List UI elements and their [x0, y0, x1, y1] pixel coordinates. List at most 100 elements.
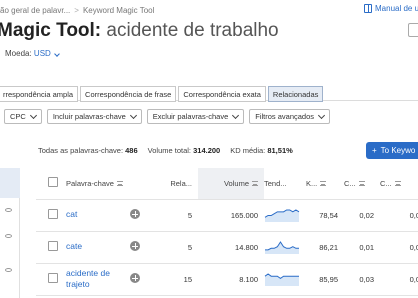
col-trend[interactable]: Tend... — [264, 168, 306, 200]
related-cell: 5 — [150, 231, 198, 264]
chevron-down-icon — [129, 111, 137, 119]
eye-icon[interactable] — [5, 208, 12, 212]
table-row: cat 5 165.000 78,54 0,02 0,0 — [36, 199, 418, 232]
trend-sparkline — [264, 209, 300, 222]
chevron-down-icon — [317, 111, 326, 119]
include-keywords-filter[interactable]: Incluir palavras-chave — [46, 109, 142, 124]
keyword-link[interactable]: cat — [66, 209, 77, 219]
all-keywords-label: Todas as palavras-chave: — [38, 146, 124, 155]
trend-cell — [264, 231, 306, 264]
col-com[interactable]: C... — [380, 168, 418, 200]
col-kd[interactable]: K... — [306, 168, 344, 200]
trend-sparkline — [265, 241, 299, 254]
page-title-keyword: acidente de trabalho — [106, 20, 279, 41]
col-volume[interactable]: Volume — [198, 168, 264, 200]
breadcrumb-separator: > — [74, 5, 79, 15]
row-select-cell — [36, 263, 66, 296]
tab-exact-match[interactable]: Correspondência exata — [178, 86, 266, 102]
breadcrumb-current: Keyword Magic Tool — [82, 5, 155, 15]
add-to-list-icon[interactable] — [130, 273, 140, 283]
com-cell: 0,0 — [380, 263, 418, 296]
match-type-tabs: rrespondência ampla Correspondência de f… — [0, 70, 418, 102]
volume-cell: 165.000 — [198, 199, 264, 232]
table-row: cate 5 14.800 86,21 0,01 0,0 — [36, 231, 418, 264]
breadcrumb-overview[interactable]: ão geral de palavr... — [0, 6, 70, 15]
chevron-down-icon — [232, 111, 240, 119]
tab-broad-match[interactable]: rrespondência ampla — [0, 86, 79, 102]
sort-icon[interactable] — [252, 181, 258, 187]
tab-related[interactable]: Relacionadas — [267, 86, 324, 102]
sort-icon[interactable] — [116, 181, 123, 187]
col-keyword-label: Palavra-chave — [66, 178, 114, 188]
keyword-link[interactable]: acidente de trajeto — [66, 268, 110, 289]
cpc-filter-label: CPC — [10, 112, 26, 121]
include-keywords-label: Incluir palavras-chave — [52, 112, 126, 121]
volume-cell: 14.800 — [198, 231, 264, 264]
add-to-list-icon[interactable] — [130, 209, 140, 219]
manual-link-label: Manual de us — [375, 4, 418, 13]
kd-cell: 85,95 — [306, 263, 344, 296]
total-volume-label: Volume total: — [147, 146, 192, 155]
sort-icon[interactable] — [320, 181, 327, 187]
chevron-down-icon — [54, 51, 60, 57]
breadcrumb: ão geral de palavr... > Keyword Magic To… — [0, 4, 154, 16]
avg-kd-stat: KD média: 81,51% — [230, 146, 293, 155]
row-select-cell — [36, 231, 66, 264]
keyword-link[interactable]: cate — [66, 241, 82, 251]
filter-bar: CPC Incluir palavras-chave Excluir palav… — [4, 109, 331, 124]
eye-icon[interactable] — [5, 234, 12, 238]
row-checkbox[interactable] — [48, 209, 58, 219]
keywords-table: Palavra-chave Rela... Volume Tend... K..… — [36, 168, 418, 296]
avg-kd-value: 81,51% — [267, 146, 293, 155]
to-keyword-manager-button[interactable]: + To Keywo — [366, 142, 418, 159]
layout-toggle-icon[interactable] — [408, 23, 418, 37]
row-checkbox[interactable] — [48, 241, 58, 251]
exclude-keywords-filter[interactable]: Excluir palavras-chave — [146, 109, 245, 124]
col-cpc[interactable]: C... — [344, 168, 380, 200]
col-volume-label: Volume — [223, 178, 249, 188]
exclude-keywords-label: Excluir palavras-chave — [152, 112, 229, 121]
manual-link[interactable]: Manual de us — [364, 4, 418, 13]
col-related-label: Rela... — [170, 178, 192, 188]
kd-cell: 86,21 — [306, 231, 344, 264]
add-cell — [130, 231, 150, 264]
eye-icon[interactable] — [5, 268, 12, 272]
kd-cell: 78,54 — [306, 199, 344, 232]
cpc-filter[interactable]: CPC — [4, 109, 42, 124]
keyword-groups-sidebar — [0, 168, 20, 298]
all-keywords-value: 486 — [125, 146, 138, 155]
sort-icon[interactable] — [358, 181, 365, 187]
trend-cell — [264, 199, 306, 232]
to-keyword-manager-label: To Keywo — [380, 146, 416, 155]
select-all-checkbox[interactable] — [48, 177, 58, 188]
total-volume-stat: Volume total: 314.200 — [148, 146, 221, 155]
selected-group[interactable] — [0, 168, 20, 198]
add-cell — [130, 263, 150, 296]
keyword-cell: acidente de trajeto — [66, 263, 130, 296]
col-trend-label: Tend... — [264, 178, 287, 188]
page-title: Magic Tool: acidente de trabalho — [0, 20, 279, 42]
cpc-cell: 0,02 — [344, 199, 380, 232]
add-to-list-icon[interactable] — [130, 241, 140, 251]
trend-cell — [264, 263, 306, 296]
tab-phrase-match[interactable]: Correspondência de frase — [80, 86, 177, 102]
row-checkbox[interactable] — [48, 273, 58, 283]
all-keywords-stat: Todas as palavras-chave: 486 — [38, 146, 138, 155]
col-keyword[interactable]: Palavra-chave — [66, 168, 130, 200]
advanced-filters[interactable]: Filtros avançados — [249, 109, 331, 124]
avg-kd-label: KD média: — [230, 146, 266, 155]
summary-stats: Todas as palavras-chave: 486 Volume tota… — [38, 146, 293, 155]
col-related[interactable]: Rela... — [150, 168, 198, 200]
currency-selector[interactable]: Moeda: USD — [5, 49, 60, 58]
sort-icon[interactable] — [394, 181, 401, 187]
keyword-cell: cate — [66, 231, 130, 264]
keyword-cell: cat — [66, 199, 130, 232]
advanced-filters-label: Filtros avançados — [255, 112, 315, 121]
col-com-label: C... — [380, 178, 392, 188]
col-spacer — [130, 168, 150, 200]
col-kd-label: K... — [306, 178, 318, 188]
cpc-cell: 0,01 — [344, 231, 380, 264]
com-cell: 0,0 — [380, 231, 418, 264]
related-cell: 5 — [150, 199, 198, 232]
volume-cell: 8.100 — [198, 263, 264, 296]
